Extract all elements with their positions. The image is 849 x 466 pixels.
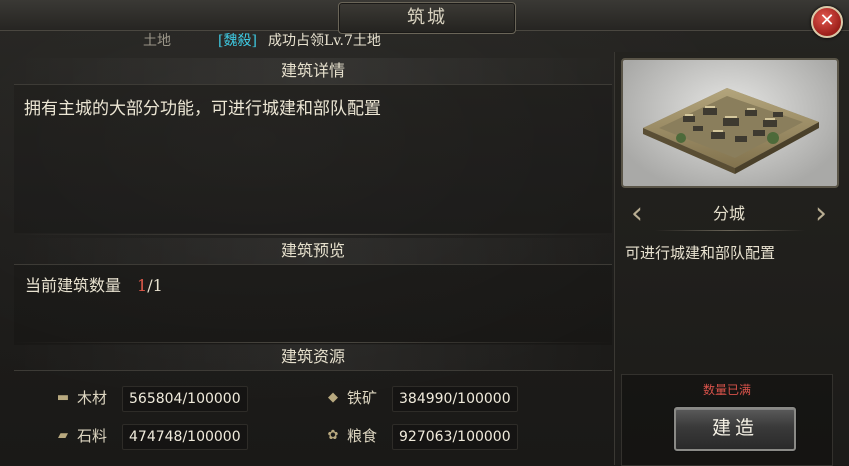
divider: [14, 234, 612, 235]
resource-name: 铁矿: [347, 389, 378, 407]
resource-value: 565804/100000: [122, 386, 248, 412]
grain-icon: ✿: [327, 428, 339, 443]
city-illustration: [643, 88, 819, 174]
game-window: 筑城 ✕ 土地 [魏殺] 成功占领Lv.7土地 建筑详情 拥有主城的大部分功能，…: [0, 0, 849, 466]
resource-name: 粮食: [347, 427, 378, 445]
resources-heading: 建筑资源: [14, 344, 612, 371]
building-preview-image: [621, 58, 839, 188]
divider: [655, 230, 805, 231]
resource-value: 927063/100000: [392, 424, 518, 450]
chevron-left-icon[interactable]: ‹: [625, 196, 649, 232]
status-text: 数量已满: [702, 383, 751, 397]
building-count-total: /1: [147, 276, 163, 295]
building-selector: ‹ 分城 ›: [625, 196, 833, 232]
building-description: 拥有主城的大部分功能，可进行城建和部队配置: [24, 99, 381, 119]
stone-icon: ▰: [58, 428, 68, 443]
resource-name: 石料: [77, 427, 108, 445]
resource-value: 474748/100000: [122, 424, 248, 450]
build-button[interactable]: 建造: [674, 407, 796, 451]
wood-icon: ▬: [56, 390, 70, 405]
notification-message: 成功占领Lv.7土地: [268, 33, 381, 49]
building-count-current: 1: [137, 276, 148, 295]
building-count-label: 当前建筑数量: [25, 276, 122, 295]
right-panel: ‹ 分城 › 可进行城建和部队配置 数量已满 建造: [614, 52, 849, 466]
divider: [14, 342, 612, 343]
iron-ore-icon: ◆: [328, 390, 338, 405]
building-count-row: 当前建筑数量 1/1: [25, 272, 163, 296]
close-button[interactable]: ✕: [811, 6, 843, 38]
left-panel: 建筑详情 拥有主城的大部分功能，可进行城建和部队配置 建筑预览 当前建筑数量 1/…: [0, 54, 612, 465]
details-heading: 建筑详情: [14, 58, 612, 85]
chevron-right-icon[interactable]: ›: [809, 196, 833, 232]
building-name: 分城: [712, 204, 745, 223]
alliance-tag: [魏殺]: [218, 33, 257, 49]
land-label: 土地: [143, 33, 171, 49]
build-action-box: 数量已满 建造: [621, 374, 833, 466]
preview-heading: 建筑预览: [14, 238, 612, 265]
building-summary: 可进行城建和部队配置: [625, 244, 776, 262]
resource-name: 木材: [77, 389, 108, 407]
notification-bar: 土地 [魏殺] 成功占领Lv.7土地: [0, 30, 610, 52]
resource-value: 384990/100000: [392, 386, 518, 412]
